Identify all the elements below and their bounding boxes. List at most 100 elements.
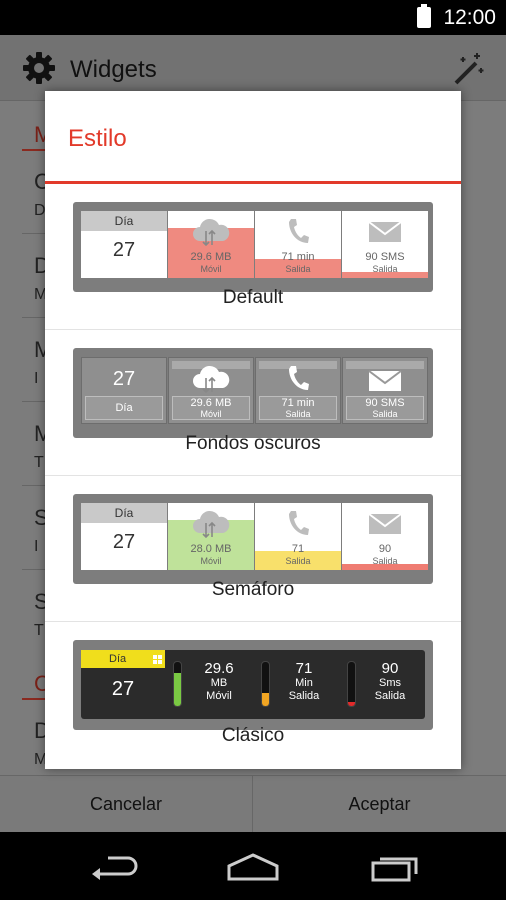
sms-tile: 90 SMS Salida xyxy=(342,357,428,424)
sms-tile: 90 Salida xyxy=(342,503,428,570)
recent-apps-icon[interactable] xyxy=(370,852,422,882)
day-number: 27 xyxy=(111,678,135,700)
day-number: 27 xyxy=(112,239,136,261)
sms-caption: Salida xyxy=(372,264,398,274)
grid-icon xyxy=(153,655,162,664)
data-value: 28.0 MB xyxy=(190,543,232,555)
day-label: Día xyxy=(115,402,133,414)
widget-preview-classic: Día 27 29.6 MB Móvil 71 Min Salida 90 Sm… xyxy=(73,640,433,730)
calls-value: 71 xyxy=(291,543,305,555)
style-option-default[interactable]: Día 27 29.6 MB Móvil 71 min Salida 90 SM… xyxy=(45,184,461,330)
accept-button[interactable]: Aceptar xyxy=(253,776,506,833)
phone-icon xyxy=(289,511,309,535)
envelope-icon xyxy=(368,221,402,242)
style-option-dark[interactable]: 27 Día 29.6 MB Móvil 71 min Salida 90 SM… xyxy=(45,330,461,476)
envelope-icon xyxy=(368,513,402,534)
app-title: Widgets xyxy=(70,56,157,83)
data-readout: 29.6 MB Móvil xyxy=(189,660,249,703)
envelope-icon xyxy=(368,370,402,391)
status-bar: 12:00 xyxy=(0,0,506,35)
data-gauge xyxy=(173,661,182,707)
gear-icon[interactable] xyxy=(22,51,56,85)
data-value: 29.6 xyxy=(204,660,234,677)
cloud-transfer-icon xyxy=(193,218,230,247)
sms-caption: Salida xyxy=(372,556,398,566)
style-option-label: Default xyxy=(222,287,284,308)
bg-item-sub: T xyxy=(34,454,44,471)
data-tile: 29.6 MB Móvil xyxy=(168,211,254,278)
widget-preview-dark: 27 Día 29.6 MB Móvil 71 min Salida 90 SM… xyxy=(73,348,433,438)
calls-readout: 71 Min Salida xyxy=(274,660,334,703)
data-tile: 28.0 MB Móvil xyxy=(168,503,254,570)
calls-unit: Min xyxy=(295,677,313,689)
style-option-label: Semáforo xyxy=(211,579,295,600)
magic-wand-icon[interactable] xyxy=(450,51,486,87)
cloud-transfer-icon xyxy=(193,365,230,394)
data-value: 29.6 MB xyxy=(190,397,232,409)
calls-caption: Salida xyxy=(285,556,311,566)
sms-value: 90 xyxy=(378,543,392,555)
sms-tile: 90 SMS Salida xyxy=(342,211,428,278)
data-caption: Móvil xyxy=(200,556,222,566)
sms-value: 90 xyxy=(381,660,399,677)
day-label: Día xyxy=(81,503,167,523)
calls-tile: 71 min Salida xyxy=(255,357,341,424)
sms-caption: Salida xyxy=(372,409,398,419)
data-gauge-fill xyxy=(174,673,181,706)
data-caption: Móvil xyxy=(200,264,222,274)
sms-gauge xyxy=(347,661,356,707)
sms-caption: Salida xyxy=(374,690,406,702)
calls-tile: 71 Salida xyxy=(255,503,341,570)
calls-caption: Salida xyxy=(285,264,311,274)
calls-caption: Salida xyxy=(285,409,311,419)
calls-value: 71 min xyxy=(281,251,315,263)
day-tile: Día 27 xyxy=(81,503,167,570)
data-caption: Móvil xyxy=(206,690,232,702)
data-value: 29.6 MB xyxy=(190,251,232,263)
bg-item-sub: I xyxy=(34,538,39,555)
calls-gauge xyxy=(261,661,270,707)
calls-value: 71 xyxy=(295,660,313,677)
calls-tile: 71 min Salida xyxy=(255,211,341,278)
battery-icon xyxy=(417,4,431,28)
dialog-title: Estilo xyxy=(68,125,127,152)
sms-readout: 90 Sms Salida xyxy=(360,660,420,703)
sms-value: 90 SMS xyxy=(365,397,405,409)
data-caption: Móvil xyxy=(200,409,222,419)
sms-unit: Sms xyxy=(379,677,401,689)
bg-item-sub: I xyxy=(34,370,39,387)
data-tile: 29.6 MB Móvil xyxy=(168,357,254,424)
day-label-box: Día xyxy=(85,396,163,420)
status-clock: 12:00 xyxy=(443,6,496,29)
home-icon[interactable] xyxy=(226,852,280,882)
style-option-traffic-light[interactable]: Día 27 28.0 MB Móvil 71 Salida 90 Salida… xyxy=(45,476,461,622)
bg-item-sub: T xyxy=(34,622,44,639)
style-option-classic[interactable]: Día 27 29.6 MB Móvil 71 Min Salida 90 Sm… xyxy=(45,622,461,768)
bg-item-sub: D xyxy=(34,202,46,219)
day-tile: Día 27 xyxy=(81,211,167,278)
cancel-button[interactable]: Cancelar xyxy=(0,776,253,833)
sms-gauge-fill xyxy=(348,701,355,706)
calls-box: 71 min Salida xyxy=(259,396,337,420)
calls-caption: Salida xyxy=(288,690,320,702)
calls-value: 71 min xyxy=(281,397,315,409)
back-icon[interactable] xyxy=(88,852,138,882)
style-dialog: Estilo Día 27 29.6 MB Móvil 71 min Salid… xyxy=(45,91,461,769)
classic-panel: Día 27 29.6 MB Móvil 71 Min Salida 90 Sm… xyxy=(81,650,425,719)
data-unit: MB xyxy=(210,677,228,689)
navigation-bar xyxy=(0,832,506,900)
calls-gauge-fill xyxy=(262,692,269,706)
tile-top-bar xyxy=(346,361,424,369)
cloud-transfer-icon xyxy=(193,510,230,539)
sms-value: 90 SMS xyxy=(365,251,405,263)
widget-preview-default: Día 27 29.6 MB Móvil 71 min Salida 90 SM… xyxy=(73,202,433,292)
widget-preview-traffic-light: Día 27 28.0 MB Móvil 71 Salida 90 Salida xyxy=(73,494,433,584)
day-number: 27 xyxy=(112,368,136,390)
style-option-label: Fondos oscuros xyxy=(185,433,321,454)
phone-icon xyxy=(289,366,309,390)
day-number: 27 xyxy=(112,531,136,553)
day-tile: 27 Día xyxy=(81,357,167,424)
phone-icon xyxy=(289,219,309,243)
style-option-label: Clásico xyxy=(221,725,285,746)
button-bar: Cancelar Aceptar xyxy=(0,775,506,833)
